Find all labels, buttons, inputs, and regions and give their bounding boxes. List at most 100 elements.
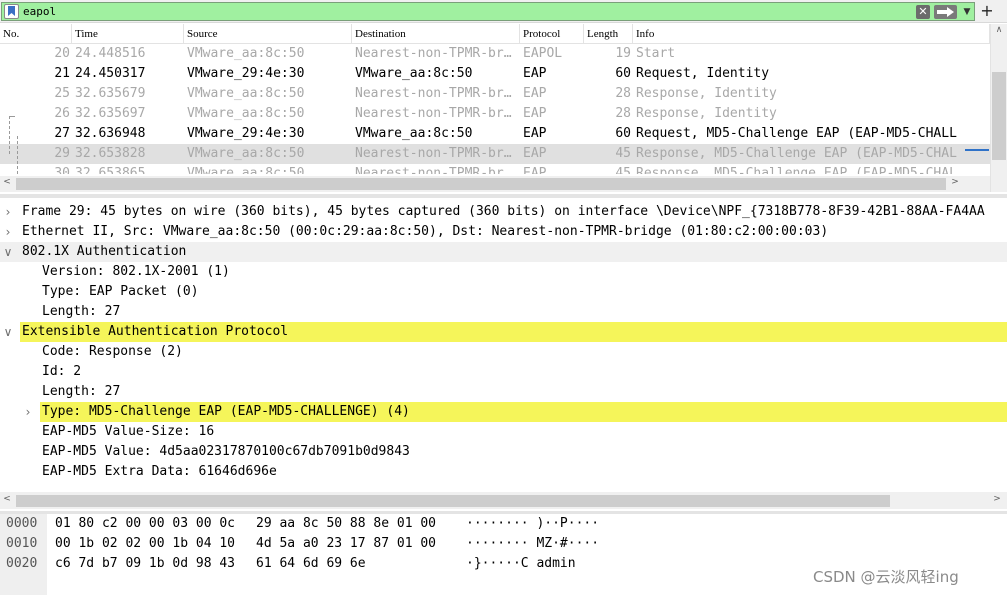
hex-bytes: 61 64 6d 69 6e <box>256 556 366 571</box>
packet-details-pane: › Frame 29: 45 bytes on wire (360 bits), … <box>0 194 1007 509</box>
selection-marker <box>965 149 989 151</box>
scrollbar-thumb[interactable] <box>992 72 1006 160</box>
detail-tree-item[interactable]: Type: EAP Packet (0) <box>0 282 1007 302</box>
packet-destination-cell: VMware_aa:8c:50 <box>355 126 473 141</box>
detail-tree-item[interactable]: › Ethernet II, Src: VMware_aa:8c:50 (00:0… <box>0 222 1007 242</box>
packet-time-cell: 32.653828 <box>75 146 146 161</box>
detail-tree-item[interactable]: Length: 27 <box>0 382 1007 402</box>
bytes-row[interactable]: 0010 00 1b 02 02 00 1b 04 10 4d 5a a0 23 1… <box>0 534 1007 554</box>
scroll-up-icon[interactable]: ∧ <box>991 25 1007 35</box>
display-filter-input[interactable]: eapol ✕ ▼ <box>1 2 975 21</box>
packet-row[interactable]: 25 32.635679 VMware_aa:8c:50 Nearest-non-TP… <box>0 84 990 104</box>
packet-protocol-cell: EAP <box>523 106 547 121</box>
hex-bytes: 29 aa 8c 50 88 8e 01 00 <box>256 516 437 531</box>
conversation-tree-line <box>9 116 15 117</box>
hex-bytes: 4d 5a a0 23 17 87 01 00 <box>256 536 437 551</box>
column-header[interactable]: No. <box>0 24 72 44</box>
packet-info-cell: Start <box>636 46 676 61</box>
packet-row[interactable]: 21 24.450317 VMware_29:4e:30 VMware_aa:8c:5… <box>0 64 990 84</box>
detail-tree-item[interactable]: EAP-MD5 Extra Data: 61646d696e <box>0 462 1007 482</box>
display-filter-text[interactable]: eapol <box>23 5 56 18</box>
packet-destination-cell: Nearest-non-TPMR-br… <box>355 106 512 121</box>
column-header[interactable]: Source <box>184 24 352 44</box>
packet-no-cell: 25 <box>54 86 70 101</box>
scrollbar-thumb[interactable] <box>16 178 946 190</box>
hex-bytes: 00 1b 02 02 00 1b 04 10 <box>55 536 236 551</box>
packet-row[interactable]: 29 32.653828 VMware_aa:8c:50 Nearest-non-TP… <box>0 144 990 164</box>
detail-tree-label: EAP-MD5 Value-Size: 16 <box>42 424 215 439</box>
chevron-right-icon[interactable]: › <box>22 402 34 422</box>
column-header[interactable]: Time <box>72 24 184 44</box>
scroll-left-icon[interactable]: < <box>2 494 12 504</box>
chevron-right-icon[interactable]: › <box>2 222 14 242</box>
packet-list-horizontal-scrollbar[interactable]: < > <box>0 176 990 192</box>
packet-list-rows: 30 32.653865 VMware_aa:8c:50 Nearest-non-TP… <box>0 44 990 174</box>
packet-info-cell: Request, MD5-Challenge EAP (EAP-MD5-CHAL… <box>636 126 957 141</box>
packet-row[interactable]: 26 32.635697 VMware_aa:8c:50 Nearest-non-TP… <box>0 104 990 124</box>
ascii-bytes: ·}·····C admin <box>466 556 576 571</box>
detail-tree-item[interactable]: Length: 27 <box>0 302 1007 322</box>
packet-time-cell: 32.635679 <box>75 86 146 101</box>
packet-row[interactable]: 20 24.448516 VMware_aa:8c:50 Nearest-non-TP… <box>0 44 990 64</box>
detail-tree-label: Type: EAP Packet (0) <box>42 284 199 299</box>
detail-tree-item[interactable]: ∨ Extensible Authentication Protocol <box>0 322 1007 342</box>
packet-protocol-cell: EAP <box>523 146 547 161</box>
details-horizontal-scrollbar[interactable]: < > <box>0 492 1007 509</box>
column-header[interactable]: Protocol <box>520 24 584 44</box>
chevron-right-icon[interactable]: › <box>2 202 14 222</box>
packet-source-cell: VMware_aa:8c:50 <box>187 146 305 161</box>
bytes-row[interactable]: 0000 01 80 c2 00 00 03 00 0c 29 aa 8c 50 8… <box>0 514 1007 534</box>
arrow-right-icon[interactable] <box>934 5 957 19</box>
detail-tree-item[interactable]: › Frame 29: 45 bytes on wire (360 bits), … <box>0 202 1007 222</box>
packet-row[interactable]: 27 32.636948 VMware_29:4e:30 VMware_aa:8c:5… <box>0 124 990 144</box>
packet-no-cell: 27 <box>54 126 70 141</box>
packet-destination-cell: Nearest-non-TPMR-br… <box>355 86 512 101</box>
detail-tree-item[interactable]: ∨ 802.1X Authentication <box>0 242 1007 262</box>
packet-time-cell: 32.653865 <box>75 166 146 174</box>
detail-tree-label: 802.1X Authentication <box>22 244 187 259</box>
detail-tree-item[interactable]: Code: Response (2) <box>0 342 1007 362</box>
detail-tree-label: Frame 29: 45 bytes on wire (360 bits), 4… <box>22 204 985 219</box>
detail-tree-label: Extensible Authentication Protocol <box>20 322 1007 342</box>
ascii-bytes: ········ MZ·#···· <box>466 536 600 551</box>
packet-destination-cell: VMware_aa:8c:50 <box>355 66 473 81</box>
watermark: CSDN @云淡风轻ing <box>813 568 959 586</box>
packet-info-cell: Response, MD5-Challenge EAP (EAP-MD5-CHA… <box>636 166 957 174</box>
packet-row[interactable]: 30 32.653865 VMware_aa:8c:50 Nearest-non-TP… <box>0 164 990 174</box>
detail-tree-label: Id: 2 <box>42 364 82 379</box>
clear-x-icon[interactable]: ✕ <box>916 5 930 19</box>
chevron-down-icon[interactable]: ▼ <box>960 5 974 19</box>
scroll-right-icon[interactable]: > <box>950 177 960 187</box>
plus-icon[interactable]: + <box>978 1 996 21</box>
scrollbar-thumb[interactable] <box>16 495 890 507</box>
hex-bytes: 01 80 c2 00 00 03 00 0c <box>55 516 236 531</box>
byte-offset: 0010 <box>6 536 38 551</box>
packet-info-cell: Response, Identity <box>636 86 777 101</box>
scroll-right-icon[interactable]: > <box>992 494 1002 504</box>
ascii-bytes: ········ )··P···· <box>466 516 600 531</box>
detail-tree-item[interactable]: Id: 2 <box>0 362 1007 382</box>
detail-tree-label: EAP-MD5 Extra Data: 61646d696e <box>42 464 277 479</box>
scroll-left-icon[interactable]: < <box>2 177 12 187</box>
detail-tree-item[interactable]: Version: 802.1X-2001 (1) <box>0 262 1007 282</box>
packet-protocol-cell: EAP <box>523 66 547 81</box>
packet-no-cell: 29 <box>54 146 70 161</box>
detail-tree-item[interactable]: EAP-MD5 Value-Size: 16 <box>0 422 1007 442</box>
packet-source-cell: VMware_aa:8c:50 <box>187 166 305 174</box>
packet-length-cell: 28 <box>615 86 631 101</box>
hex-bytes: c6 7d b7 09 1b 0d 98 43 <box>55 556 236 571</box>
detail-tree-item[interactable]: EAP-MD5 Value: 4d5aa02317870100c67db7091… <box>0 442 1007 462</box>
column-header[interactable]: Length <box>584 24 633 44</box>
bookmark-icon[interactable] <box>4 4 19 19</box>
chevron-down-icon[interactable]: ∨ <box>2 242 14 262</box>
display-filter-toolbar: eapol ✕ ▼ + <box>0 0 1007 23</box>
column-header[interactable]: Info <box>633 24 990 44</box>
column-header[interactable]: Destination <box>352 24 520 44</box>
detail-tree-item[interactable]: › Type: MD5-Challenge EAP (EAP-MD5-CHALLE… <box>0 402 1007 422</box>
byte-offset: 0020 <box>6 556 38 571</box>
packet-list-vertical-scrollbar[interactable]: ∧ <box>990 24 1007 192</box>
packet-protocol-cell: EAPOL <box>523 46 563 61</box>
detail-tree-label: Version: 802.1X-2001 (1) <box>42 264 230 279</box>
chevron-down-icon[interactable]: ∨ <box>2 322 14 342</box>
packet-source-cell: VMware_29:4e:30 <box>187 126 305 141</box>
